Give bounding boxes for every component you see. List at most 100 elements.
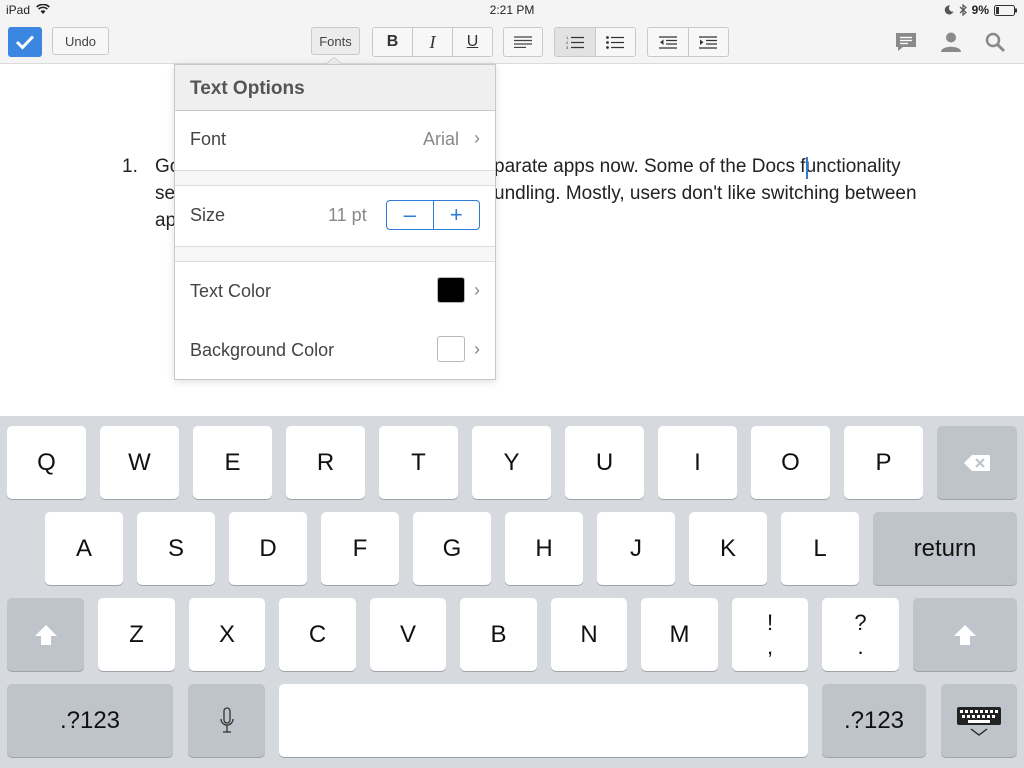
- text-style-group: B I U: [372, 27, 493, 57]
- italic-button[interactable]: I: [412, 28, 452, 56]
- search-icon[interactable]: [983, 30, 1007, 54]
- key-w[interactable]: W: [100, 426, 179, 499]
- key-g[interactable]: G: [413, 512, 491, 585]
- key-z[interactable]: Z: [98, 598, 175, 671]
- key-d[interactable]: D: [229, 512, 307, 585]
- key-period-label: .: [857, 633, 864, 659]
- clock: 2:21 PM: [489, 3, 535, 17]
- increase-indent-button[interactable]: [687, 28, 728, 56]
- font-row[interactable]: Font Arial ›: [175, 111, 495, 171]
- undo-button[interactable]: Undo: [52, 27, 109, 55]
- increase-size-button[interactable]: +: [434, 201, 480, 229]
- key-e[interactable]: E: [193, 426, 272, 499]
- align-button[interactable]: [503, 27, 543, 57]
- person-icon[interactable]: [939, 30, 963, 54]
- key-exclamation-label: !: [766, 609, 774, 635]
- done-checkmark-button[interactable]: [8, 27, 42, 57]
- doc-text-line3-start: ap: [155, 210, 177, 231]
- font-value: Arial: [422, 129, 459, 149]
- status-right: 9%: [944, 3, 1018, 17]
- key-exclamation-comma[interactable]: ! ,: [732, 598, 808, 671]
- key-comma-label: ,: [766, 633, 774, 659]
- numbered-list-icon: 123: [566, 35, 584, 49]
- key-y[interactable]: Y: [472, 426, 551, 499]
- chevron-right-icon: ›: [474, 280, 480, 300]
- key-a[interactable]: A: [45, 512, 123, 585]
- space-key[interactable]: [279, 684, 808, 757]
- key-c[interactable]: C: [279, 598, 356, 671]
- list-group: 123: [554, 27, 636, 57]
- status-bar: iPad 2:21 PM 9%: [0, 0, 1024, 20]
- background-color-row[interactable]: Background Color ›: [175, 321, 495, 379]
- background-color-label: Background Color: [190, 340, 335, 360]
- text-color-row[interactable]: Text Color ›: [175, 261, 495, 322]
- battery-percent: 9%: [971, 3, 989, 17]
- background-color-swatch: [437, 336, 465, 362]
- shift-key-left[interactable]: [7, 598, 84, 671]
- key-b[interactable]: B: [460, 598, 537, 671]
- numbers-key-right[interactable]: .?123: [822, 684, 926, 757]
- size-value: 11 pt: [328, 205, 367, 225]
- dictation-key[interactable]: [188, 684, 265, 757]
- key-l[interactable]: L: [781, 512, 859, 585]
- underline-button[interactable]: U: [452, 28, 492, 56]
- microphone-icon: [219, 706, 234, 733]
- bluetooth-icon: [959, 4, 967, 16]
- text-color-swatch: [437, 277, 465, 303]
- key-k[interactable]: K: [689, 512, 767, 585]
- size-row: Size 11 pt – +: [175, 185, 495, 247]
- chevron-right-icon: ›: [474, 339, 480, 359]
- shift-icon: [954, 624, 976, 645]
- doc-text-line1-end: parate apps now. Some of the Docs functi…: [494, 156, 901, 177]
- key-x[interactable]: X: [189, 598, 265, 671]
- numbered-list-button[interactable]: 123: [555, 28, 595, 56]
- popover-header: Text Options: [175, 65, 495, 111]
- key-f[interactable]: F: [321, 512, 399, 585]
- plus-icon: +: [449, 202, 463, 227]
- decrease-size-button[interactable]: –: [387, 201, 434, 229]
- bulleted-list-button[interactable]: [594, 28, 635, 56]
- text-options-popover: Text Options Font Arial › Size 11 pt – +…: [174, 64, 496, 380]
- return-key[interactable]: return: [873, 512, 1017, 585]
- keyboard: Q W E R T Y U I O P A S D F G H J K L re…: [0, 416, 1024, 768]
- delete-key[interactable]: [937, 426, 1017, 499]
- key-t[interactable]: T: [379, 426, 458, 499]
- doc-text-line2-start: se: [155, 183, 176, 204]
- svg-text:3: 3: [566, 45, 569, 49]
- text-cursor: [806, 157, 808, 179]
- decrease-indent-button[interactable]: [648, 28, 688, 56]
- comment-icon[interactable]: [894, 30, 918, 54]
- key-s[interactable]: S: [137, 512, 215, 585]
- shift-icon: [34, 624, 57, 645]
- key-question-label: ?: [854, 609, 867, 635]
- popover-title: Text Options: [190, 78, 305, 99]
- increase-indent-icon: [699, 35, 718, 49]
- key-n[interactable]: N: [551, 598, 627, 671]
- key-i[interactable]: I: [658, 426, 737, 499]
- key-m[interactable]: M: [641, 598, 718, 671]
- hide-keyboard-key[interactable]: [941, 684, 1017, 757]
- key-v[interactable]: V: [370, 598, 446, 671]
- align-left-icon: [514, 36, 532, 48]
- key-question-period[interactable]: ? .: [822, 598, 899, 671]
- key-u[interactable]: U: [565, 426, 644, 499]
- shift-key-right[interactable]: [913, 598, 1017, 671]
- numbers-key-left[interactable]: .?123: [7, 684, 173, 757]
- bulleted-list-icon: [606, 36, 625, 49]
- document-body[interactable]: 1. Go parate apps now. Some of the Docs …: [0, 64, 1024, 416]
- size-stepper: – +: [386, 200, 480, 230]
- key-o[interactable]: O: [751, 426, 830, 499]
- moon-icon: [944, 5, 954, 15]
- key-h[interactable]: H: [505, 512, 583, 585]
- size-label: Size: [190, 205, 226, 225]
- chevron-right-icon: ›: [474, 128, 480, 148]
- key-p[interactable]: P: [844, 426, 923, 499]
- minus-icon: –: [403, 202, 416, 227]
- checkmark-icon: [15, 35, 35, 50]
- toolbar: Undo Fonts B I U 123: [0, 20, 1024, 64]
- bold-button[interactable]: B: [373, 28, 412, 56]
- key-r[interactable]: R: [286, 426, 365, 499]
- fonts-button[interactable]: Fonts: [311, 27, 360, 55]
- key-q[interactable]: Q: [7, 426, 86, 499]
- key-j[interactable]: J: [597, 512, 675, 585]
